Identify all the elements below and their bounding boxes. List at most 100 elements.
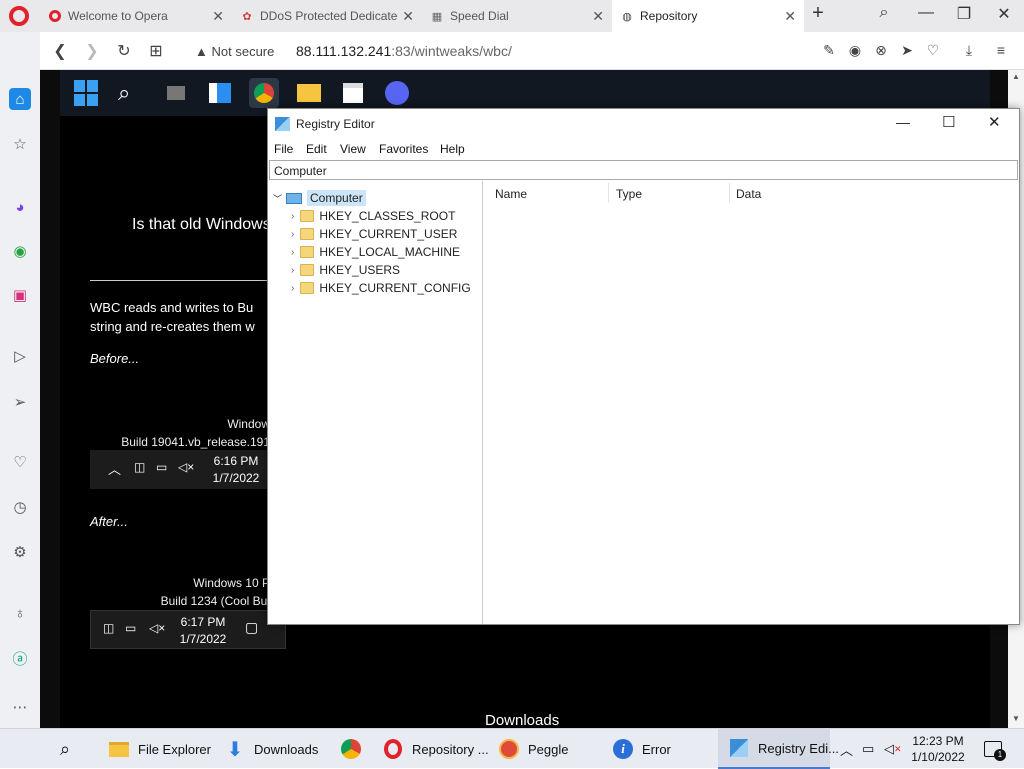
column-header-name[interactable]: Name [495, 187, 527, 201]
minimize-button[interactable]: — [914, 4, 938, 22]
task-view-icon[interactable] [163, 80, 189, 106]
player-icon[interactable]: ▷ [9, 345, 31, 367]
not-secure-badge[interactable]: ▲ Not secure [195, 44, 274, 59]
download-icon[interactable]: ⤓ [960, 42, 978, 59]
tab-speed-dial[interactable]: ▦ Speed Dial ✕ [422, 0, 612, 32]
taskbar-repository[interactable]: Repository ... [378, 729, 490, 769]
reload-button[interactable]: ↻ [114, 41, 134, 61]
aria-icon[interactable]: ⓐ [9, 647, 31, 669]
file-explorer-vm-icon[interactable] [296, 80, 322, 106]
notifications-button[interactable]: 1 [984, 729, 1006, 769]
opera-logo-icon[interactable] [9, 6, 29, 26]
column-header-data[interactable]: Data [736, 187, 761, 201]
folder-icon [108, 738, 130, 760]
registry-editor-window: Registry Editor — ☐ ✕ File Edit View Fav… [267, 108, 1020, 625]
url-field[interactable]: 88.111.132.241:83/wintweaks/wbc/ [296, 43, 512, 59]
taskbar-downloads[interactable]: ⬇ Downloads [220, 729, 332, 769]
notification-count: 1 [994, 749, 1006, 761]
taskbar-file-explorer[interactable]: File Explorer [104, 729, 216, 769]
tree-node-hklm[interactable]: › HKEY_LOCAL_MACHINE [291, 243, 460, 261]
windows-start-icon[interactable] [74, 80, 100, 106]
start-button[interactable] [14, 729, 39, 769]
camera-icon[interactable]: ◉ [846, 42, 864, 59]
scroll-up-icon[interactable]: ▲ [1012, 72, 1020, 81]
chevron-right-icon[interactable]: › [291, 211, 294, 222]
chrome-vm-icon[interactable] [249, 78, 279, 108]
taskbar-registry-editor[interactable]: Registry Edi... [718, 729, 839, 769]
after-watermark: Windows 10 P Build 1234 (Cool Bui [90, 574, 270, 614]
tree-node-hkcc[interactable]: › HKEY_CURRENT_CONFIG [291, 279, 471, 297]
minimize-button[interactable]: — [896, 114, 910, 130]
block-icon[interactable]: ⊗ [872, 42, 890, 59]
chevron-right-icon[interactable]: › [291, 283, 294, 294]
lightbulb-icon[interactable]: ♁ [9, 602, 31, 624]
star-icon[interactable]: ☆ [9, 133, 31, 155]
column-divider[interactable] [729, 183, 730, 203]
menu-favorites[interactable]: Favorites [379, 142, 428, 156]
tree-node-computer[interactable]: ﹀ Computer [273, 189, 366, 207]
close-tab-icon[interactable]: ✕ [402, 8, 414, 25]
whatsapp-icon[interactable]: ◉ [9, 240, 31, 262]
menu-help[interactable]: Help [440, 142, 465, 156]
chevron-right-icon[interactable]: › [291, 229, 294, 240]
menu-file[interactable]: File [274, 142, 293, 156]
menu-edit[interactable]: Edit [306, 142, 327, 156]
discord-icon[interactable] [384, 80, 410, 106]
address-field[interactable]: Computer [269, 160, 1018, 180]
chevron-right-icon[interactable]: › [291, 247, 294, 258]
tree-node-hkcr[interactable]: › HKEY_CLASSES_ROOT [291, 207, 455, 225]
taskbar-clock[interactable]: 12:23 PM 1/10/2022 [906, 729, 970, 769]
tabs-grid-icon[interactable]: ⊞ [146, 41, 166, 61]
chevron-down-icon[interactable]: ﹀ [273, 192, 282, 205]
search-tabs-icon[interactable]: ⌕ [872, 4, 896, 22]
close-tab-icon[interactable]: ✕ [212, 8, 224, 25]
flower-icon: ✿ [242, 10, 252, 23]
settings-icon[interactable]: ⚙ [9, 541, 31, 563]
tab-welcome[interactable]: Welcome to Opera ✕ [40, 0, 232, 32]
widgets-icon[interactable] [207, 80, 233, 106]
new-tab-button[interactable]: + [806, 2, 830, 25]
heart-sidebar-icon[interactable]: ♡ [9, 451, 31, 473]
close-tab-icon[interactable]: ✕ [592, 8, 604, 25]
search-button[interactable]: ⌕ [60, 729, 70, 769]
tree-label: HKEY_LOCAL_MACHINE [319, 245, 461, 259]
close-browser-button[interactable]: ✕ [992, 4, 1016, 24]
store-icon[interactable] [340, 80, 366, 106]
network-tray-button[interactable]: ▭ [862, 729, 874, 769]
forward-button[interactable]: ❯ [82, 41, 102, 61]
volume-tray-button[interactable]: ◁ ✕ [884, 729, 902, 769]
messenger-icon[interactable]: ◕ [9, 196, 31, 218]
title-bar[interactable]: Registry Editor — ☐ ✕ [268, 109, 1019, 139]
show-hidden-icons-button[interactable]: ︿ [840, 729, 853, 769]
column-header-type[interactable]: Type [616, 187, 642, 201]
tree-node-hku[interactable]: › HKEY_USERS [291, 261, 400, 279]
maximize-button[interactable]: ☐ [942, 113, 955, 131]
column-divider[interactable] [608, 183, 609, 203]
heart-icon[interactable]: ♡ [924, 42, 942, 59]
chevron-right-icon[interactable]: › [291, 265, 294, 276]
edit-icon[interactable]: ✎ [820, 42, 838, 59]
menu-icon[interactable]: ≡ [992, 42, 1010, 58]
instagram-icon[interactable]: ▣ [9, 284, 31, 306]
taskbar-error[interactable]: i Error [608, 729, 718, 769]
taskbar-chrome[interactable] [336, 729, 368, 769]
back-button[interactable]: ❮ [50, 41, 70, 61]
close-tab-icon[interactable]: ✕ [784, 8, 796, 25]
menu-view[interactable]: View [340, 142, 366, 156]
before-clock: 6:16 PM 1/7/2022 [206, 453, 266, 487]
history-icon[interactable]: ◷ [9, 496, 31, 518]
close-button[interactable]: ✕ [988, 113, 1001, 131]
tab-ddos[interactable]: ✿ DDoS Protected Dedicate ✕ [232, 0, 422, 32]
tree-node-hkcu[interactable]: › HKEY_CURRENT_USER [291, 225, 457, 243]
send-sidebar-icon[interactable]: ➢ [9, 391, 31, 413]
scroll-down-icon[interactable]: ▼ [1012, 714, 1020, 723]
tab-repository[interactable]: ◍ Repository ✕ [612, 0, 804, 32]
restore-button[interactable]: ❐ [952, 4, 976, 24]
network-icon: ▭ [156, 460, 168, 474]
folder-icon [300, 210, 315, 222]
taskbar-peggle[interactable]: Peggle [494, 729, 606, 769]
search-icon[interactable]: ⌕ [118, 80, 144, 106]
home-icon[interactable]: ⌂ [9, 88, 31, 110]
more-icon[interactable]: ⋯ [9, 696, 31, 718]
send-icon[interactable]: ➤ [898, 42, 916, 59]
